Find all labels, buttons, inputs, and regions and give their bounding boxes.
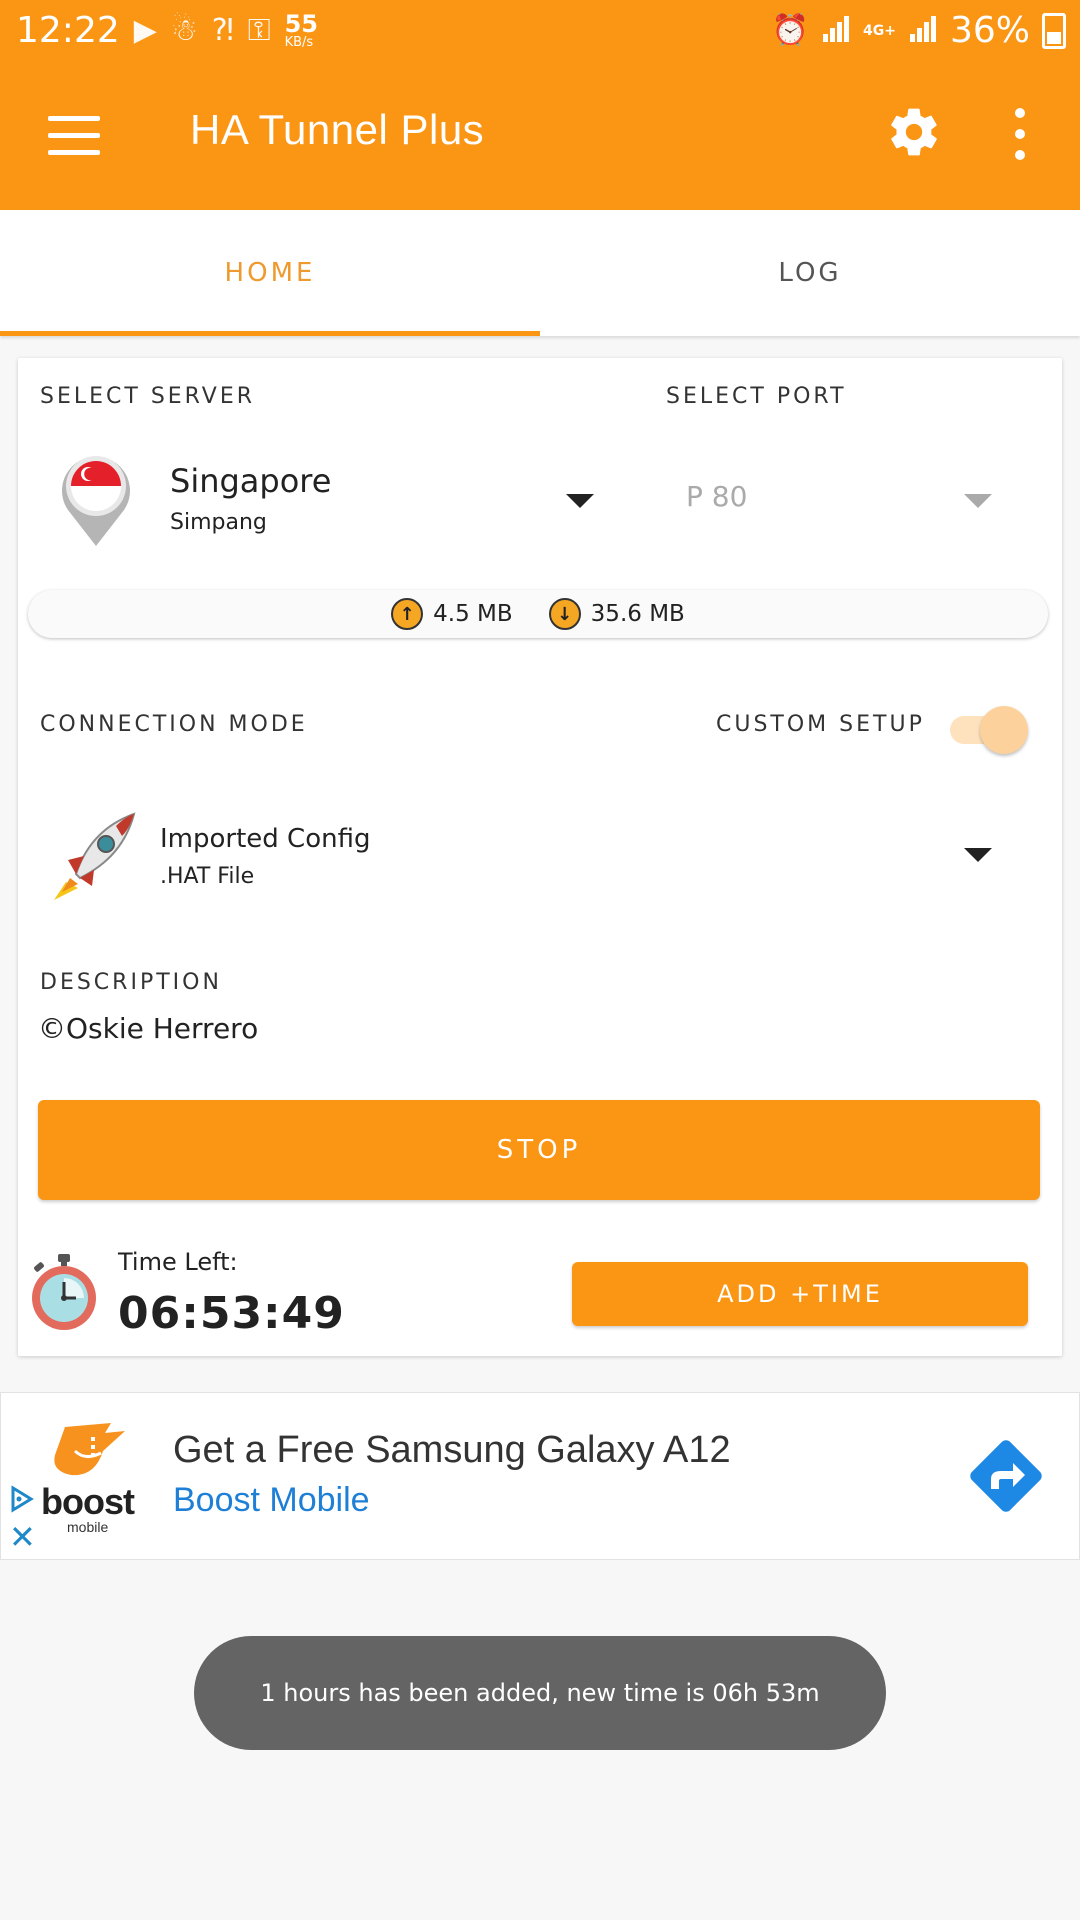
ad-title: Get a Free Samsung Galaxy A12: [173, 1429, 731, 1471]
download-arrow-icon: ↓: [548, 598, 581, 630]
port-value: P 80: [686, 480, 748, 513]
battery-percent: 36%: [949, 10, 1030, 51]
custom-setup-label: CUSTOM SETUP: [716, 712, 925, 737]
boost-brand-name: boost: [41, 1481, 135, 1522]
network-speed: 55 KB/s: [284, 10, 318, 50]
boost-mobile-logo: [54, 1423, 125, 1476]
app-notification-icon: ☃: [170, 12, 198, 48]
menu-icon[interactable]: [48, 116, 100, 156]
signal-icon: [821, 15, 851, 46]
ad-open-arrow-icon[interactable]: [961, 1431, 1051, 1521]
connection-mode-label: CONNECTION MODE: [40, 712, 308, 737]
status-time: 12:22: [16, 10, 120, 51]
adchoices-icon[interactable]: [9, 1485, 35, 1513]
boost-brand-sub: mobile: [67, 1519, 109, 1535]
download-value: 35.6 MB: [590, 601, 685, 627]
home-card: SELECT SERVER SELECT PORT Singapore Simp…: [18, 358, 1062, 1356]
upload-arrow-icon: ↑: [391, 598, 424, 630]
alarm-icon: ⏰: [771, 12, 810, 48]
battery-icon: [1042, 12, 1066, 49]
youtube-icon: ▶: [133, 12, 157, 48]
signal-icon-2: [908, 15, 938, 46]
tab-bar: HOME LOG: [0, 210, 1080, 336]
mode-dropdown-caret-icon[interactable]: [964, 848, 992, 862]
vpn-key-icon: ⚿: [247, 12, 271, 48]
add-time-button[interactable]: ADD +TIME: [572, 1262, 1028, 1326]
select-port-label: SELECT PORT: [666, 384, 847, 409]
toast-message: 1 hours has been added, new time is 06h …: [194, 1636, 886, 1750]
stopwatch-icon: [32, 1254, 96, 1330]
server-dropdown-caret-icon[interactable]: [566, 494, 594, 508]
more-options-icon[interactable]: [1012, 108, 1028, 160]
singapore-flag-pin-icon: [62, 456, 130, 546]
ad-advertiser: Boost Mobile: [173, 1481, 370, 1519]
network-type: 4G+: [863, 22, 896, 39]
connection-mode-name: Imported Config: [160, 824, 371, 854]
app-title: HA Tunnel Plus: [190, 106, 485, 153]
custom-setup-toggle[interactable]: [948, 704, 1028, 754]
time-left-value: 06:53:49: [118, 1288, 345, 1339]
select-server-label: SELECT SERVER: [40, 384, 255, 409]
status-bar: 12:22 ▶ ☃ ⁈ ⚿ 55 KB/s ⏰ 4G+ 36%: [0, 0, 1080, 62]
tab-log[interactable]: LOG: [540, 210, 1080, 336]
description-value: ©Oskie Herrero: [38, 1012, 259, 1045]
ad-close-icon[interactable]: ✕: [9, 1521, 36, 1553]
ad-banner[interactable]: boost mobile ✕ Get a Free Samsung Galaxy…: [0, 1392, 1080, 1560]
gear-icon[interactable]: [886, 104, 942, 160]
description-label: DESCRIPTION: [40, 970, 222, 995]
stop-button[interactable]: STOP: [38, 1100, 1040, 1200]
download-stat: ↓ 35.6 MB: [548, 598, 685, 630]
traffic-stats: ↑ 4.5 MB ↓ 35.6 MB: [28, 590, 1048, 638]
connection-mode-type: .HAT File: [160, 864, 255, 889]
server-name: Singapore: [170, 462, 332, 500]
upload-stat: ↑ 4.5 MB: [391, 598, 513, 630]
time-left-label: Time Left:: [118, 1248, 238, 1276]
rocket-icon: [54, 812, 136, 900]
no-signal-icon: ⁈: [211, 12, 234, 48]
port-dropdown-caret-icon[interactable]: [964, 494, 992, 508]
tab-home[interactable]: HOME: [0, 210, 540, 336]
tab-indicator: [0, 331, 540, 336]
upload-value: 4.5 MB: [433, 601, 513, 627]
server-location: Simpang: [170, 510, 267, 535]
app-bar: HA Tunnel Plus: [0, 62, 1080, 210]
